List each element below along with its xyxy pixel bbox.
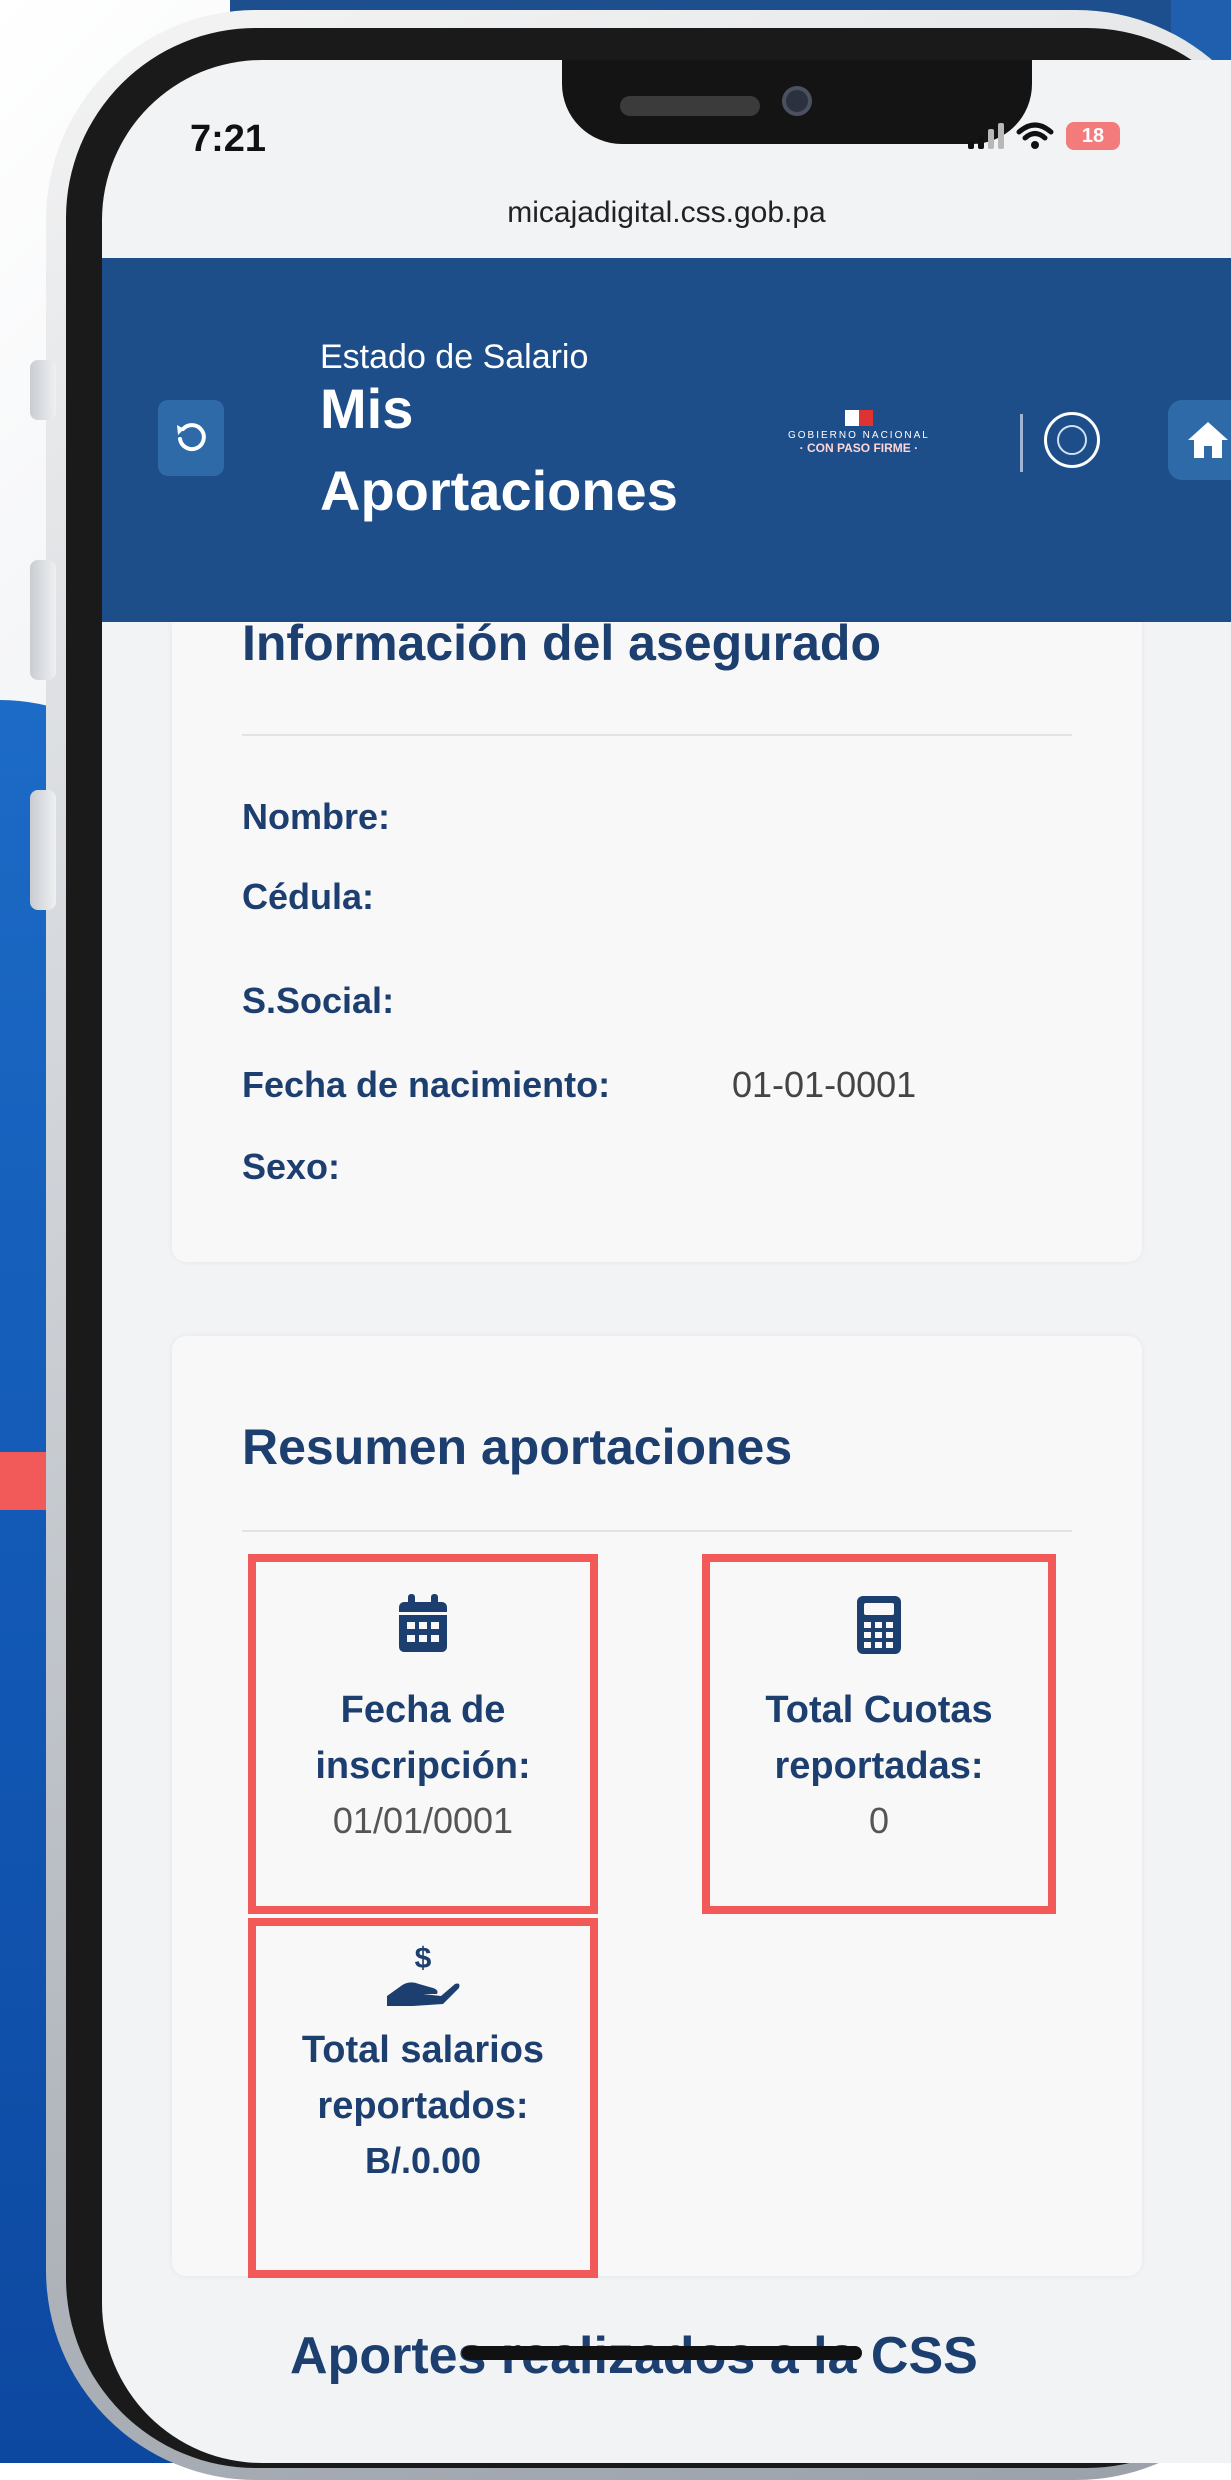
phone-volume-down [30, 790, 56, 910]
total-quotas-box: Total Cuotas reportadas: 0 [702, 1554, 1056, 1914]
phone-volume-up [30, 560, 56, 680]
field-social-label: S.Social: [242, 980, 395, 1021]
salaries-value: B/.0.00 [364, 2140, 482, 2181]
flag-icon [844, 410, 873, 426]
quotas-label-line1: Total Cuotas [765, 1689, 993, 1731]
refresh-button[interactable] [158, 400, 224, 476]
svg-text:$: $ [415, 1942, 432, 1975]
gov-logo: GOBIERNO NACIONAL · CON PASO FIRME · [788, 410, 930, 455]
gov-logo-line2: · CON PASO FIRME · [799, 441, 919, 455]
enrollment-label-line2: inscripción: [315, 1745, 531, 1787]
salaries-label-line2: reportados: [317, 2085, 529, 2127]
hand-money-icon: $ [387, 1942, 460, 2006]
speaker [620, 96, 760, 116]
url-bar[interactable]: micajadigital.css.gob.pa [102, 196, 1231, 230]
wifi-icon [1016, 122, 1054, 149]
home-icon [1188, 422, 1228, 458]
home-indicator[interactable] [462, 2346, 862, 2360]
refresh-icon [177, 423, 206, 452]
front-camera [782, 86, 812, 116]
status-icons: 18 [968, 122, 1120, 150]
phone-mute-switch [30, 360, 56, 420]
divider [242, 734, 1072, 736]
logo-divider [1020, 414, 1023, 472]
page-title-line2: Aportaciones [320, 459, 678, 522]
home-button[interactable] [1168, 400, 1231, 480]
divider [242, 1530, 1072, 1532]
seal-icon [1044, 412, 1100, 468]
total-salaries-box: $ Total salarios reportados: B/.0.00 [248, 1918, 598, 2278]
enrollment-label-line1: Fecha de [340, 1689, 506, 1731]
salaries-label-line1: Total salarios [301, 2029, 545, 2071]
gov-logo-line1: GOBIERNO NACIONAL [788, 430, 930, 441]
page-title-line1: Mis [320, 377, 414, 440]
field-sexo-label: Sexo: [242, 1146, 341, 1187]
signal-icon [968, 123, 1004, 149]
quotas-value: 0 [868, 1800, 890, 1841]
field-birthdate-value: 01-01-0001 [732, 1064, 917, 1105]
calendar-icon [399, 1594, 447, 1652]
quotas-label-line2: reportadas: [774, 1745, 984, 1787]
page-title: Mis Aportaciones [320, 368, 678, 532]
status-time: 7:21 [190, 118, 267, 160]
field-cedula-label: Cédula: [242, 876, 375, 917]
summary-title: Resumen aportaciones [242, 1419, 793, 1475]
enrollment-value: 01/01/0001 [332, 1800, 514, 1841]
calculator-icon [857, 1596, 901, 1654]
battery-icon: 18 [1066, 122, 1120, 150]
field-nombre-label: Nombre: [242, 796, 391, 837]
field-birthdate-label: Fecha de nacimiento: [242, 1064, 611, 1105]
enrollment-date-box: Fecha de inscripción: 01/01/0001 [248, 1554, 598, 1914]
insured-info-title: Información del asegurado [242, 615, 882, 671]
